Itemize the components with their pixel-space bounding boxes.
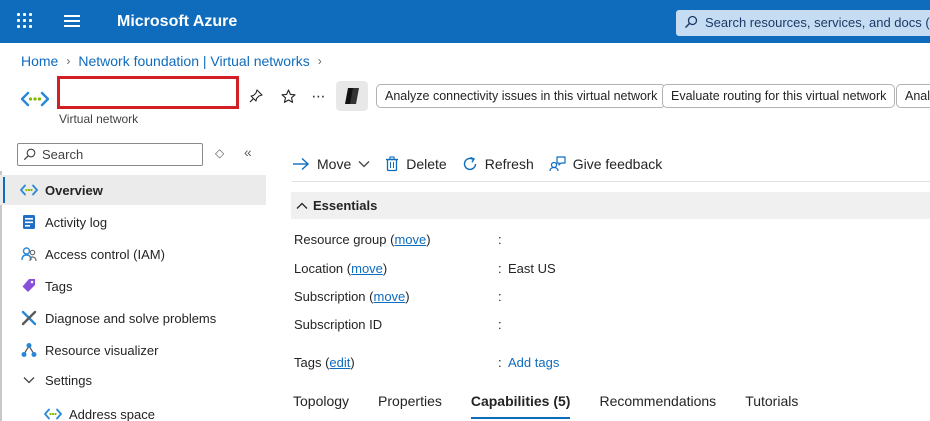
breadcrumb: Home › Network foundation | Virtual netw… <box>21 53 322 69</box>
search-icon <box>684 15 698 32</box>
global-search-input[interactable]: Search resources, services, and docs (G+… <box>676 10 930 36</box>
essentials-separator: : <box>498 261 502 276</box>
move-subscription-link[interactable]: move <box>374 289 406 304</box>
sidebar-item-label: Resource visualizer <box>45 342 159 358</box>
pin-icon[interactable] <box>246 86 266 106</box>
essentials-label-text: Subscription <box>294 289 366 304</box>
sidebar-item-label: Diagnose and solve problems <box>45 310 217 326</box>
move-resource-group-link[interactable]: move <box>394 232 426 247</box>
chevron-up-icon <box>296 202 308 209</box>
vnet-icon <box>20 181 38 199</box>
diagnose-icon <box>20 309 38 327</box>
sidebar-item-overview[interactable]: Overview <box>0 175 266 205</box>
search-icon <box>23 148 36 164</box>
sidebar-item-label: Activity log <box>45 214 108 230</box>
chevron-down-icon <box>20 371 38 389</box>
expand-collapse-icon[interactable]: ◇ <box>215 146 224 160</box>
sidebar-item-settings[interactable]: Settings <box>0 365 266 395</box>
divider <box>292 181 930 182</box>
sidebar-search-input[interactable]: Search <box>17 143 203 166</box>
delete-label: Delete <box>406 156 447 172</box>
command-bar: Move Delete Refresh Give feedback <box>292 152 677 176</box>
collapse-sidebar-icon[interactable]: « <box>244 144 252 160</box>
essentials-label-subscription: Subscription (move) <box>294 289 410 304</box>
essentials-label-location: Location (move) <box>294 261 388 276</box>
sidebar-item-label: Settings <box>45 372 92 388</box>
edit-tags-link[interactable]: edit <box>329 355 350 370</box>
favorite-star-icon[interactable] <box>278 86 298 106</box>
essentials-toggle[interactable]: Essentials <box>291 192 930 219</box>
chevron-down-icon <box>358 161 370 168</box>
feedback-icon <box>549 156 566 172</box>
essentials-label-text: Tags <box>294 355 322 370</box>
tab-recommendations[interactable]: Recommendations <box>599 393 716 419</box>
sidebar-item-activity-log[interactable]: Activity log <box>0 207 266 237</box>
copilot-icon[interactable] <box>336 81 368 111</box>
tab-properties[interactable]: Properties <box>378 393 442 419</box>
sidebar-item-label: Overview <box>45 182 103 198</box>
essentials-separator: : <box>498 317 502 332</box>
chevron-right-icon: › <box>66 54 71 68</box>
resource-name <box>57 76 239 109</box>
visualizer-icon <box>20 341 38 359</box>
essentials-label-text: Resource group <box>294 232 387 247</box>
activity-log-icon <box>20 213 38 231</box>
more-options-icon[interactable]: ⋯ <box>309 86 329 106</box>
portal-menu-icon[interactable] <box>64 15 80 27</box>
global-search-placeholder: Search resources, services, and docs (G+… <box>705 15 930 30</box>
essentials-label-text: Location <box>294 261 344 276</box>
refresh-label: Refresh <box>484 156 534 172</box>
tab-capabilities[interactable]: Capabilities (5) <box>470 393 570 419</box>
sidebar-item-label: Tags <box>45 278 73 294</box>
refresh-button[interactable]: Refresh <box>462 156 534 172</box>
evaluate-routing-button[interactable]: Evaluate routing for this virtual networ… <box>662 84 896 108</box>
resource-type: Virtual network <box>59 112 139 126</box>
sidebar-item-diagnose[interactable]: Diagnose and solve problems <box>0 303 266 333</box>
location-value: East US <box>508 261 556 276</box>
sidebar-search-placeholder: Search <box>42 147 84 162</box>
essentials-separator: : <box>498 232 502 247</box>
delete-button[interactable]: Delete <box>385 156 447 172</box>
sidebar-item-label: Access control (IAM) <box>45 246 165 262</box>
address-space-icon <box>44 405 62 421</box>
trash-icon <box>386 156 399 172</box>
sidebar-item-access-control[interactable]: Access control (IAM) <box>0 239 266 269</box>
add-tags-link[interactable]: Add tags <box>508 355 559 370</box>
vnet-icon <box>20 91 50 110</box>
essentials-separator: : <box>498 355 502 370</box>
give-feedback-label: Give feedback <box>572 156 663 172</box>
chevron-right-icon: › <box>317 54 322 68</box>
tab-topology[interactable]: Topology <box>293 393 349 419</box>
move-location-link[interactable]: move <box>351 261 383 276</box>
sidebar-item-address-space[interactable]: Address space <box>0 399 266 421</box>
tab-tutorials[interactable]: Tutorials <box>745 393 798 419</box>
breadcrumb-virtual-networks[interactable]: Network foundation | Virtual networks <box>78 53 309 69</box>
essentials-label-tags: Tags (edit) <box>294 355 355 370</box>
tag-icon <box>20 277 38 295</box>
app-launcher-icon[interactable] <box>17 13 33 29</box>
essentials-title: Essentials <box>313 198 378 213</box>
overview-tabs: Topology Properties Capabilities (5) Rec… <box>293 393 827 419</box>
more-action-button[interactable]: Analy <box>896 84 930 108</box>
give-feedback-button[interactable]: Give feedback <box>549 156 663 172</box>
move-button[interactable]: Move <box>292 156 370 172</box>
brand-title[interactable]: Microsoft Azure <box>117 13 237 31</box>
essentials-label-subscription-id: Subscription ID <box>294 317 383 332</box>
breadcrumb-home[interactable]: Home <box>21 53 58 69</box>
sidebar-item-resource-visualizer[interactable]: Resource visualizer <box>0 335 266 365</box>
arrow-right-icon <box>293 157 310 171</box>
essentials-label-resource-group: Resource group (move) <box>294 232 431 247</box>
top-bar: Microsoft Azure Search resources, servic… <box>0 0 930 43</box>
sidebar-item-label: Address space <box>69 406 155 421</box>
iam-icon <box>20 245 38 263</box>
refresh-icon <box>463 156 476 171</box>
analyze-connectivity-button[interactable]: Analyze connectivity issues in this virt… <box>376 84 667 108</box>
move-label: Move <box>317 156 352 172</box>
essentials-separator: : <box>498 289 502 304</box>
sidebar-item-tags[interactable]: Tags <box>0 271 266 301</box>
